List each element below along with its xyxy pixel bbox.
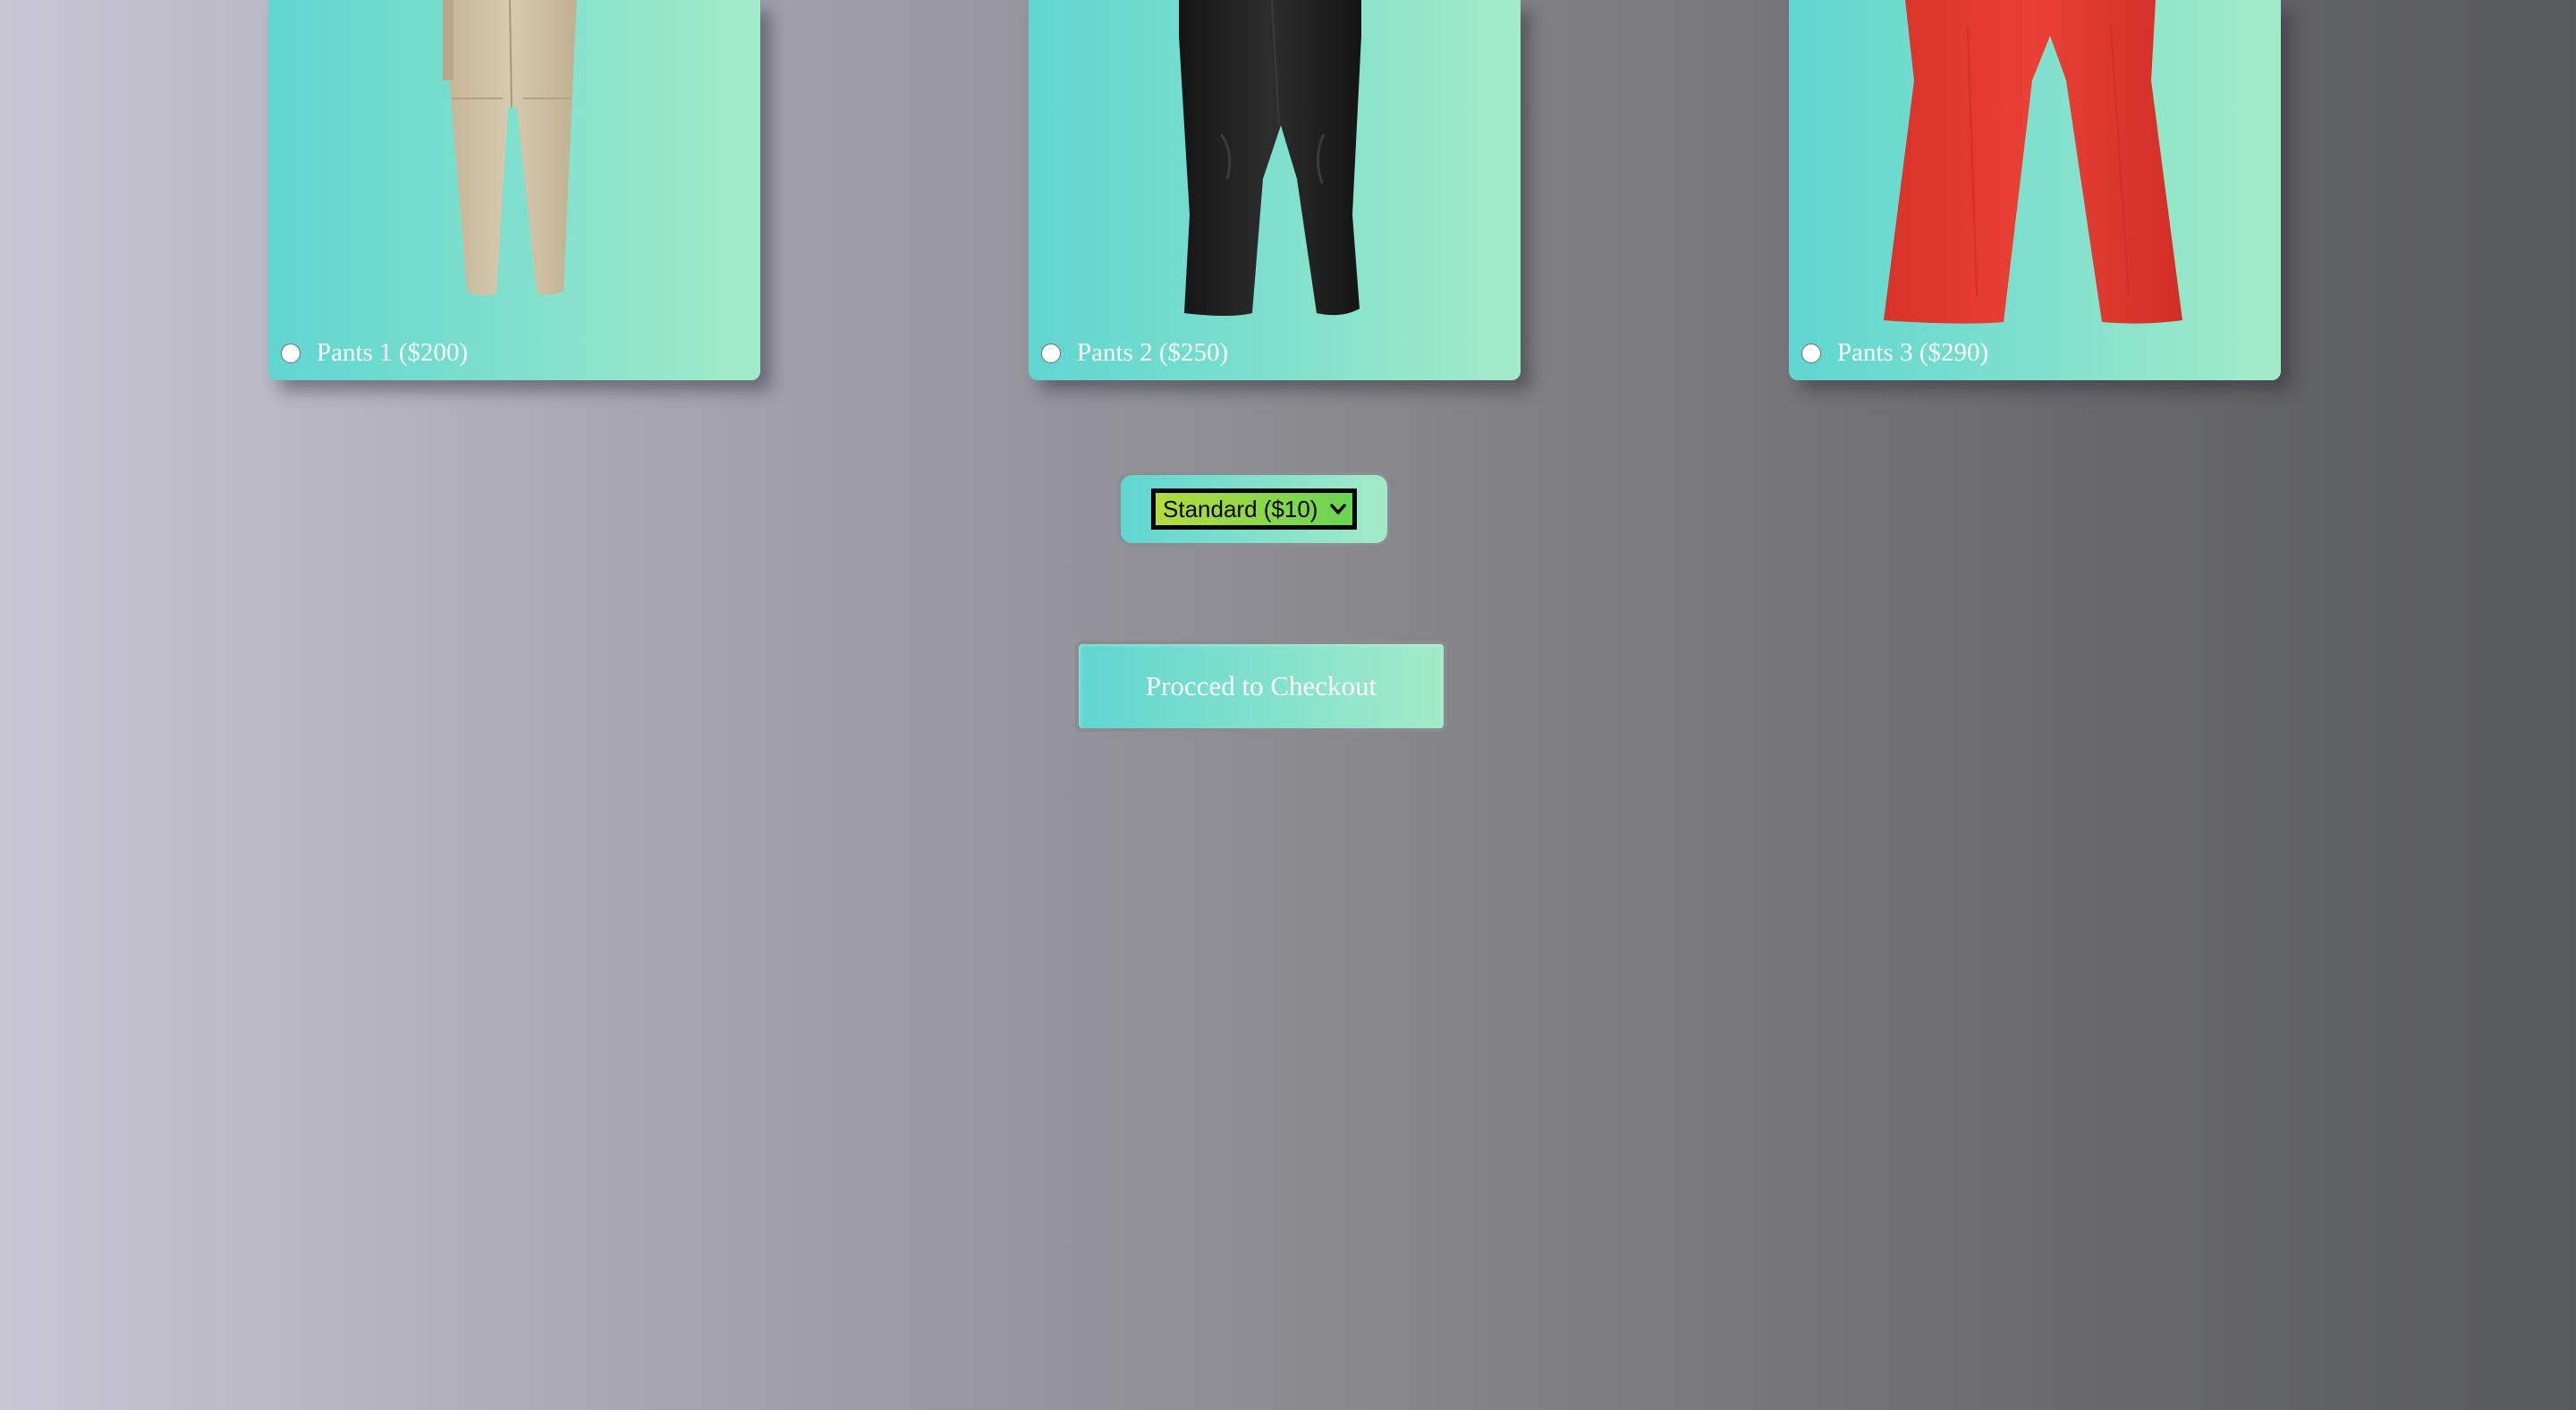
product-card-pants-1: Pants 1 ($200) <box>268 0 760 380</box>
shipping-selected-value: Standard ($10) <box>1163 495 1318 522</box>
product-option-row[interactable]: Pants 2 ($250) <box>1041 338 1228 368</box>
product-label: Pants 1 ($200) <box>317 338 469 367</box>
red-pants-image <box>1884 0 2182 324</box>
product-card-pants-2: Pants 2 ($250) <box>1029 0 1521 380</box>
proceed-to-checkout-button[interactable]: Procced to Checkout <box>1075 641 1447 732</box>
product-radio-pants-3[interactable] <box>1801 343 1821 363</box>
product-radio-pants-1[interactable] <box>281 343 301 363</box>
product-option-row[interactable]: Pants 3 ($290) <box>1801 338 1988 368</box>
product-label: Pants 3 ($290) <box>1837 338 1989 367</box>
product-option-row[interactable]: Pants 1 ($200) <box>281 338 468 368</box>
black-pants-image <box>1179 0 1361 316</box>
shipping-method-select[interactable]: Standard ($10) <box>1151 488 1357 530</box>
shipping-select-container: Standard ($10) <box>1118 472 1390 546</box>
product-label: Pants 2 ($250) <box>1077 338 1229 367</box>
chevron-down-icon <box>1330 504 1346 514</box>
khaki-pants-image <box>443 0 577 296</box>
product-radio-pants-2[interactable] <box>1041 343 1061 363</box>
product-card-pants-3: Pants 3 ($290) <box>1789 0 2281 380</box>
